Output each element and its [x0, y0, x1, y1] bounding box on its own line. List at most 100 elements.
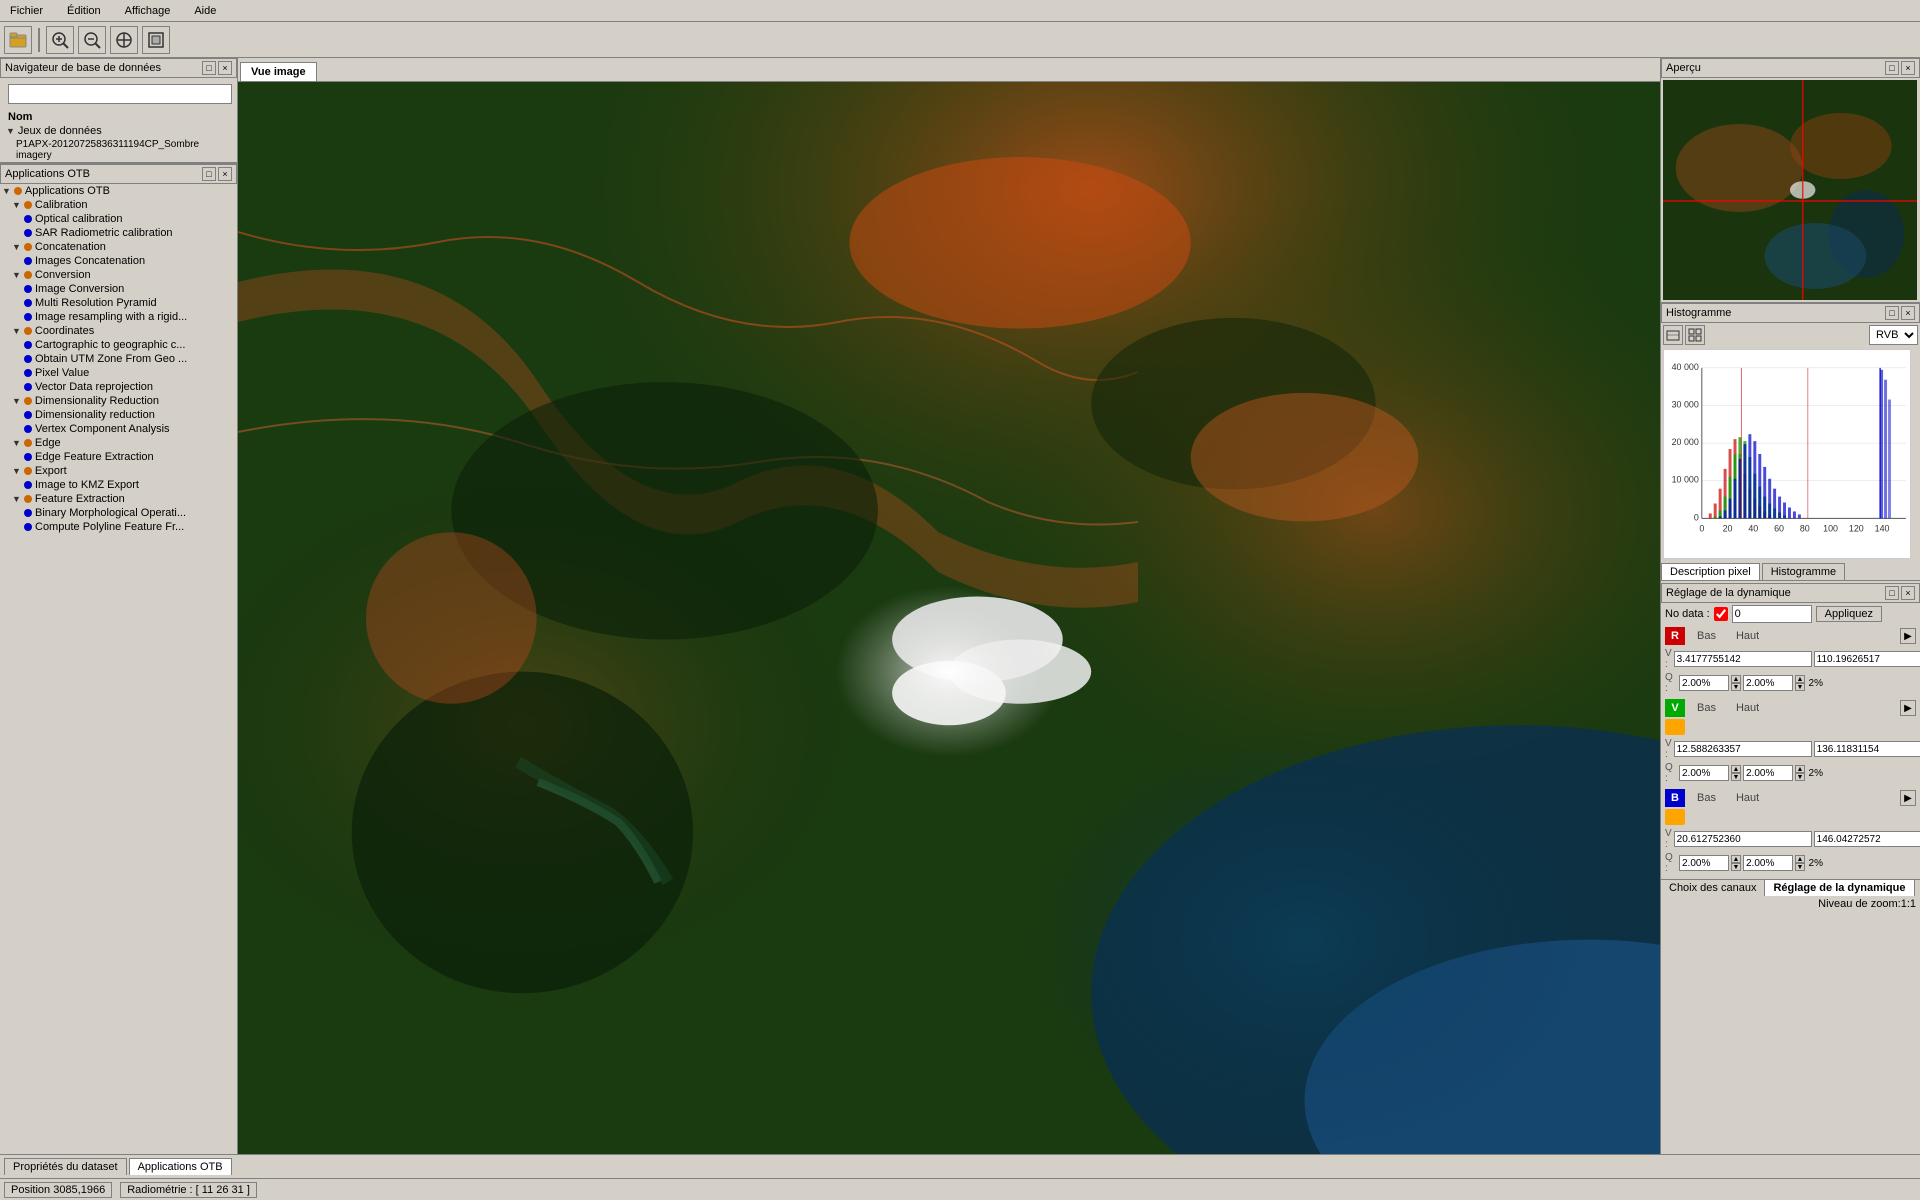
- ch-b-v-haut-input[interactable]: 146.04272572: [1814, 831, 1920, 847]
- ch-b-v-bas-input[interactable]: 20.612752360: [1674, 831, 1812, 847]
- tab-applications-otb[interactable]: Applications OTB: [129, 1158, 232, 1175]
- menu-affichage[interactable]: Affichage: [119, 3, 177, 19]
- otb-carto-geo[interactable]: Cartographic to geographic c...: [0, 338, 237, 352]
- pan-button[interactable]: [110, 26, 138, 54]
- ch-r-arrow[interactable]: ▶: [1900, 628, 1916, 644]
- histogram-mode-select[interactable]: RVB: [1869, 325, 1918, 345]
- otb-edge-feat[interactable]: Edge Feature Extraction: [0, 450, 237, 464]
- ch-b-q-bas-input[interactable]: 2.00%: [1679, 855, 1729, 871]
- menu-aide[interactable]: Aide: [188, 3, 222, 19]
- otb-pixel-value[interactable]: Pixel Value: [0, 366, 237, 380]
- ch-b-q-haut-input[interactable]: 2.00%: [1743, 855, 1793, 871]
- zoom-in-button[interactable]: [46, 26, 74, 54]
- nodata-checkbox[interactable]: [1714, 607, 1728, 621]
- ch-b-q-haut-down[interactable]: ▼: [1795, 863, 1805, 871]
- otb-coords[interactable]: ▼ Coordinates: [0, 324, 237, 338]
- fit-button[interactable]: [142, 26, 170, 54]
- tab-vue-image[interactable]: Vue image: [240, 62, 317, 81]
- otb-sar-cal[interactable]: SAR Radiometric calibration: [0, 226, 237, 240]
- ch-b-q-haut-up[interactable]: ▲: [1795, 855, 1805, 863]
- hist-icon1[interactable]: □: [1885, 306, 1899, 320]
- ch-b-q-bas-up[interactable]: ▲: [1731, 855, 1741, 863]
- ch-r-v-haut-input[interactable]: 110.19626517: [1814, 651, 1920, 667]
- tab-histogramme[interactable]: Histogramme: [1762, 563, 1845, 580]
- otb-feat-ext[interactable]: ▼ Feature Extraction: [0, 492, 237, 506]
- datasets-item[interactable]: ▼ Jeux de données: [4, 124, 233, 138]
- otb-img-resample[interactable]: Image resampling with a rigid...: [0, 310, 237, 324]
- ch-v-value-row: V : 12.588263357 136.11831154 min/Max: [1665, 737, 1916, 761]
- hist-btn1[interactable]: [1663, 325, 1683, 345]
- ch-b-q-bas-down[interactable]: ▼: [1731, 863, 1741, 871]
- otb-compute-polyline[interactable]: Compute Polyline Feature Fr...: [0, 520, 237, 534]
- otb-conversion[interactable]: ▼ Conversion: [0, 268, 237, 282]
- data-nav-icon1[interactable]: □: [202, 61, 216, 75]
- ch-v-q-haut-down[interactable]: ▼: [1795, 773, 1805, 781]
- data-nav-icon2[interactable]: ×: [218, 61, 232, 75]
- otb-image-conv[interactable]: Image Conversion: [0, 282, 237, 296]
- dim-red-dot: [24, 397, 32, 405]
- otb-vector-reproj[interactable]: Vector Data reprojection: [0, 380, 237, 394]
- ch-r-q-bas-up[interactable]: ▲: [1731, 675, 1741, 683]
- otb-binary-morph[interactable]: Binary Morphological Operati...: [0, 506, 237, 520]
- multi-res-label: Multi Resolution Pyramid: [35, 297, 157, 309]
- ch-r-q-haut-down[interactable]: ▼: [1795, 683, 1805, 691]
- dataset-file-item[interactable]: P1APX-20120725836311194CP_Sombre imagery: [4, 138, 233, 162]
- otb-icon1[interactable]: □: [202, 167, 216, 181]
- tab-choix-canaux[interactable]: Choix des canaux: [1661, 880, 1765, 896]
- menu-edition[interactable]: Édition: [61, 3, 107, 19]
- otb-calibration[interactable]: ▼ Calibration: [0, 198, 237, 212]
- ch-v-q-bas-up[interactable]: ▲: [1731, 765, 1741, 773]
- ch-v-q-bas-down[interactable]: ▼: [1731, 773, 1741, 781]
- pixel-value-dot: [24, 369, 32, 377]
- tab-reglage-dynamique[interactable]: Réglage de la dynamique: [1765, 880, 1914, 896]
- otb-dim-reduction[interactable]: Dimensionality reduction: [0, 408, 237, 422]
- otb-edge[interactable]: ▼ Edge: [0, 436, 237, 450]
- ch-v-q-haut-up[interactable]: ▲: [1795, 765, 1805, 773]
- zoom-row: Niveau de zoom: 1:1: [1661, 896, 1920, 912]
- apercu-icon1[interactable]: □: [1885, 61, 1899, 75]
- ch-r-q-haut-up[interactable]: ▲: [1795, 675, 1805, 683]
- multi-res-dot: [24, 299, 32, 307]
- otb-dim-red[interactable]: ▼ Dimensionality Reduction: [0, 394, 237, 408]
- otb-vertex-comp[interactable]: Vertex Component Analysis: [0, 422, 237, 436]
- apply-button[interactable]: Appliquez: [1816, 606, 1882, 622]
- zoom-out-button[interactable]: [78, 26, 106, 54]
- tab-description-pixel[interactable]: Description pixel: [1661, 563, 1760, 580]
- reglage-icon1[interactable]: □: [1885, 586, 1899, 600]
- ch-r-q-bas-down[interactable]: ▼: [1731, 683, 1741, 691]
- otb-icon2[interactable]: ×: [218, 167, 232, 181]
- otb-images-concat[interactable]: Images Concatenation: [0, 254, 237, 268]
- hist-btn2[interactable]: [1685, 325, 1705, 345]
- data-nav-search[interactable]: [8, 84, 232, 104]
- ch-v-arrow[interactable]: ▶: [1900, 700, 1916, 716]
- ch-v-v-bas-input[interactable]: 12.588263357: [1674, 741, 1812, 757]
- reglage-icon2[interactable]: ×: [1901, 586, 1915, 600]
- menu-fichier[interactable]: Fichier: [4, 3, 49, 19]
- otb-root[interactable]: ▼ Applications OTB: [0, 184, 237, 198]
- otb-multi-res[interactable]: Multi Resolution Pyramid: [0, 296, 237, 310]
- ch-r-v-bas-input[interactable]: 3.4177755142: [1674, 651, 1812, 667]
- otb-kmz-export[interactable]: Image to KMZ Export: [0, 478, 237, 492]
- apercu-icon2[interactable]: ×: [1901, 61, 1915, 75]
- nodata-value-input[interactable]: 0: [1732, 605, 1812, 623]
- map-container[interactable]: [238, 82, 1660, 1154]
- optical-cal-label: Optical calibration: [35, 213, 122, 225]
- otb-export[interactable]: ▼ Export: [0, 464, 237, 478]
- otb-optical-cal[interactable]: Optical calibration: [0, 212, 237, 226]
- edge-feat-label: Edge Feature Extraction: [35, 451, 154, 463]
- otb-concat[interactable]: ▼ Concatenation: [0, 240, 237, 254]
- ch-v-q-haut-input[interactable]: 2.00%: [1743, 765, 1793, 781]
- ch-b-arrow[interactable]: ▶: [1900, 790, 1916, 806]
- ch-v-bas-header: Bas: [1697, 702, 1716, 714]
- svg-text:140: 140: [1875, 523, 1890, 533]
- tab-proprietes-dataset[interactable]: Propriétés du dataset: [4, 1158, 127, 1175]
- otb-utm-zone[interactable]: Obtain UTM Zone From Geo ...: [0, 352, 237, 366]
- ch-r-q-bas-input[interactable]: 2.00%: [1679, 675, 1729, 691]
- ch-v-v-haut-input[interactable]: 136.11831154: [1814, 741, 1920, 757]
- open-button[interactable]: [4, 26, 32, 54]
- ch-r-q-haut-input[interactable]: 2.00%: [1743, 675, 1793, 691]
- ch-v-q-bas-input[interactable]: 2.00%: [1679, 765, 1729, 781]
- nodata-label: No data :: [1665, 608, 1710, 620]
- ch-b-icon: [1665, 809, 1685, 825]
- hist-icon2[interactable]: ×: [1901, 306, 1915, 320]
